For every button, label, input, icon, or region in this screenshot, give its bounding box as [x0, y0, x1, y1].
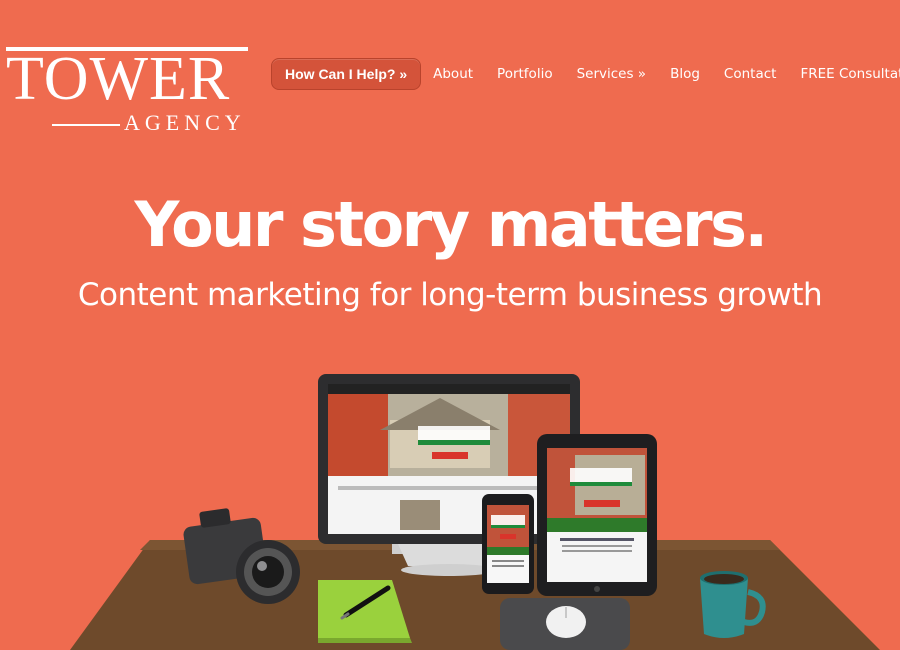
nav-link-contact[interactable]: Contact — [724, 66, 777, 82]
hero-subtitle: Content marketing for long-term business… — [77, 277, 823, 313]
nav-link-free-consultation[interactable]: FREE Consultation — [800, 66, 900, 82]
hero-title: Your story matters. — [134, 188, 768, 261]
nav-link-blog[interactable]: Blog — [670, 66, 700, 82]
smartphone — [482, 494, 534, 594]
tower-agency-logo[interactable]: TOWER AGENCY — [6, 44, 250, 139]
nav-link-about[interactable]: About — [433, 66, 473, 82]
logo-subtext: AGENCY — [124, 110, 246, 135]
nav-link-services[interactable]: Services » — [577, 66, 646, 82]
main-nav: How Can I Help? » About Portfolio Servic… — [271, 58, 900, 90]
tablet — [537, 434, 657, 596]
nav-link-portfolio[interactable]: Portfolio — [497, 66, 553, 82]
logo-rule — [52, 124, 120, 126]
how-can-i-help-button[interactable]: How Can I Help? » — [271, 58, 422, 90]
mouse — [546, 606, 586, 638]
logo-wordmark: TOWER — [6, 45, 231, 113]
devices-illustration — [70, 374, 880, 650]
